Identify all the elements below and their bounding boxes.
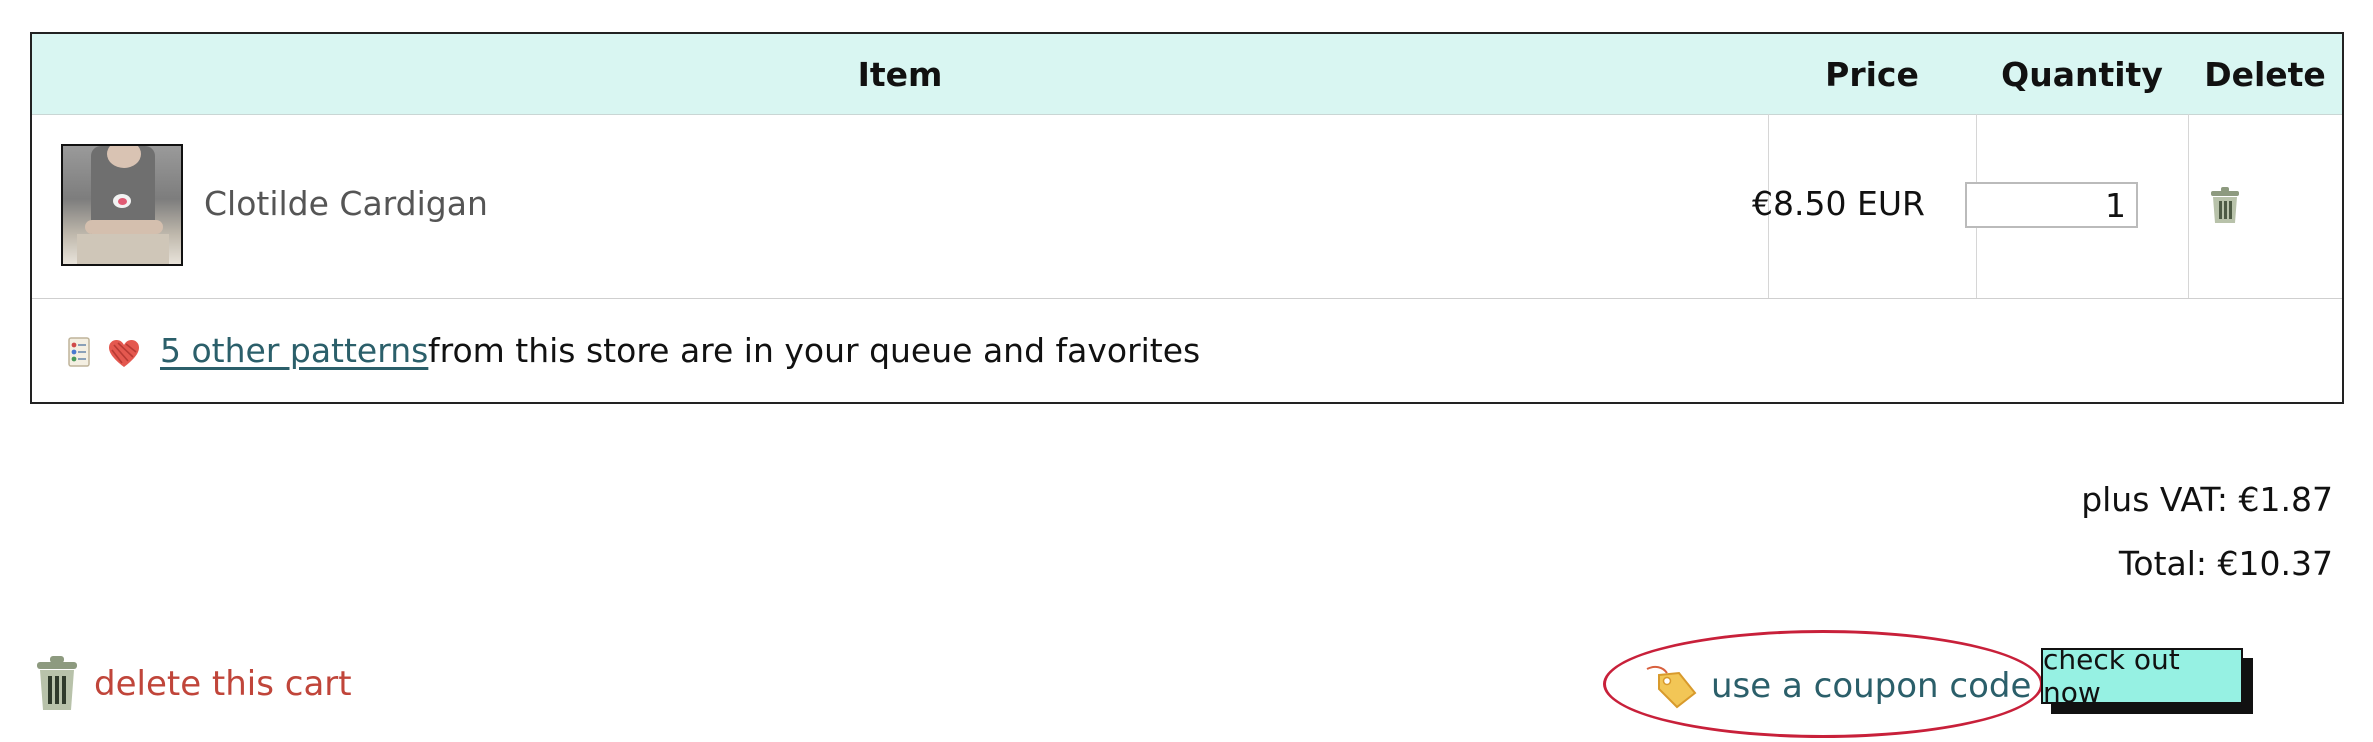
heart-yarn-icon [109,340,139,367]
column-divider [2188,114,2189,298]
product-thumbnail[interactable] [61,144,183,266]
delete-cart-button[interactable]: delete this cart [34,656,352,712]
queue-list-icon [68,337,90,367]
header-item: Item [857,54,943,94]
table-header: Item Price Quantity Delete [32,34,2342,115]
price-tag-icon [1646,665,1697,709]
other-patterns-link[interactable]: 5 other patterns [160,331,428,370]
trash-icon [37,656,77,710]
queue-favorites-text: from this store are in your queue and fa… [428,331,1201,370]
product-price: €8.50 EUR [1752,184,1925,223]
quantity-input[interactable] [1965,182,2138,228]
total-amount: Total: €10.37 [2118,544,2333,583]
header-price: Price [1825,54,1919,94]
header-delete: Delete [2204,54,2326,94]
vat-amount: plus VAT: €1.87 [2081,480,2333,519]
check-out-button[interactable]: check out now [2041,643,2243,709]
coupon-label: use a coupon code [1711,666,2032,706]
header-quantity: Quantity [2001,54,2163,94]
product-name-link[interactable]: Clotilde Cardigan [204,184,488,223]
delete-cart-label: delete this cart [94,664,352,704]
trash-icon[interactable] [2208,187,2242,225]
use-coupon-link[interactable]: use a coupon code [1645,663,2031,709]
